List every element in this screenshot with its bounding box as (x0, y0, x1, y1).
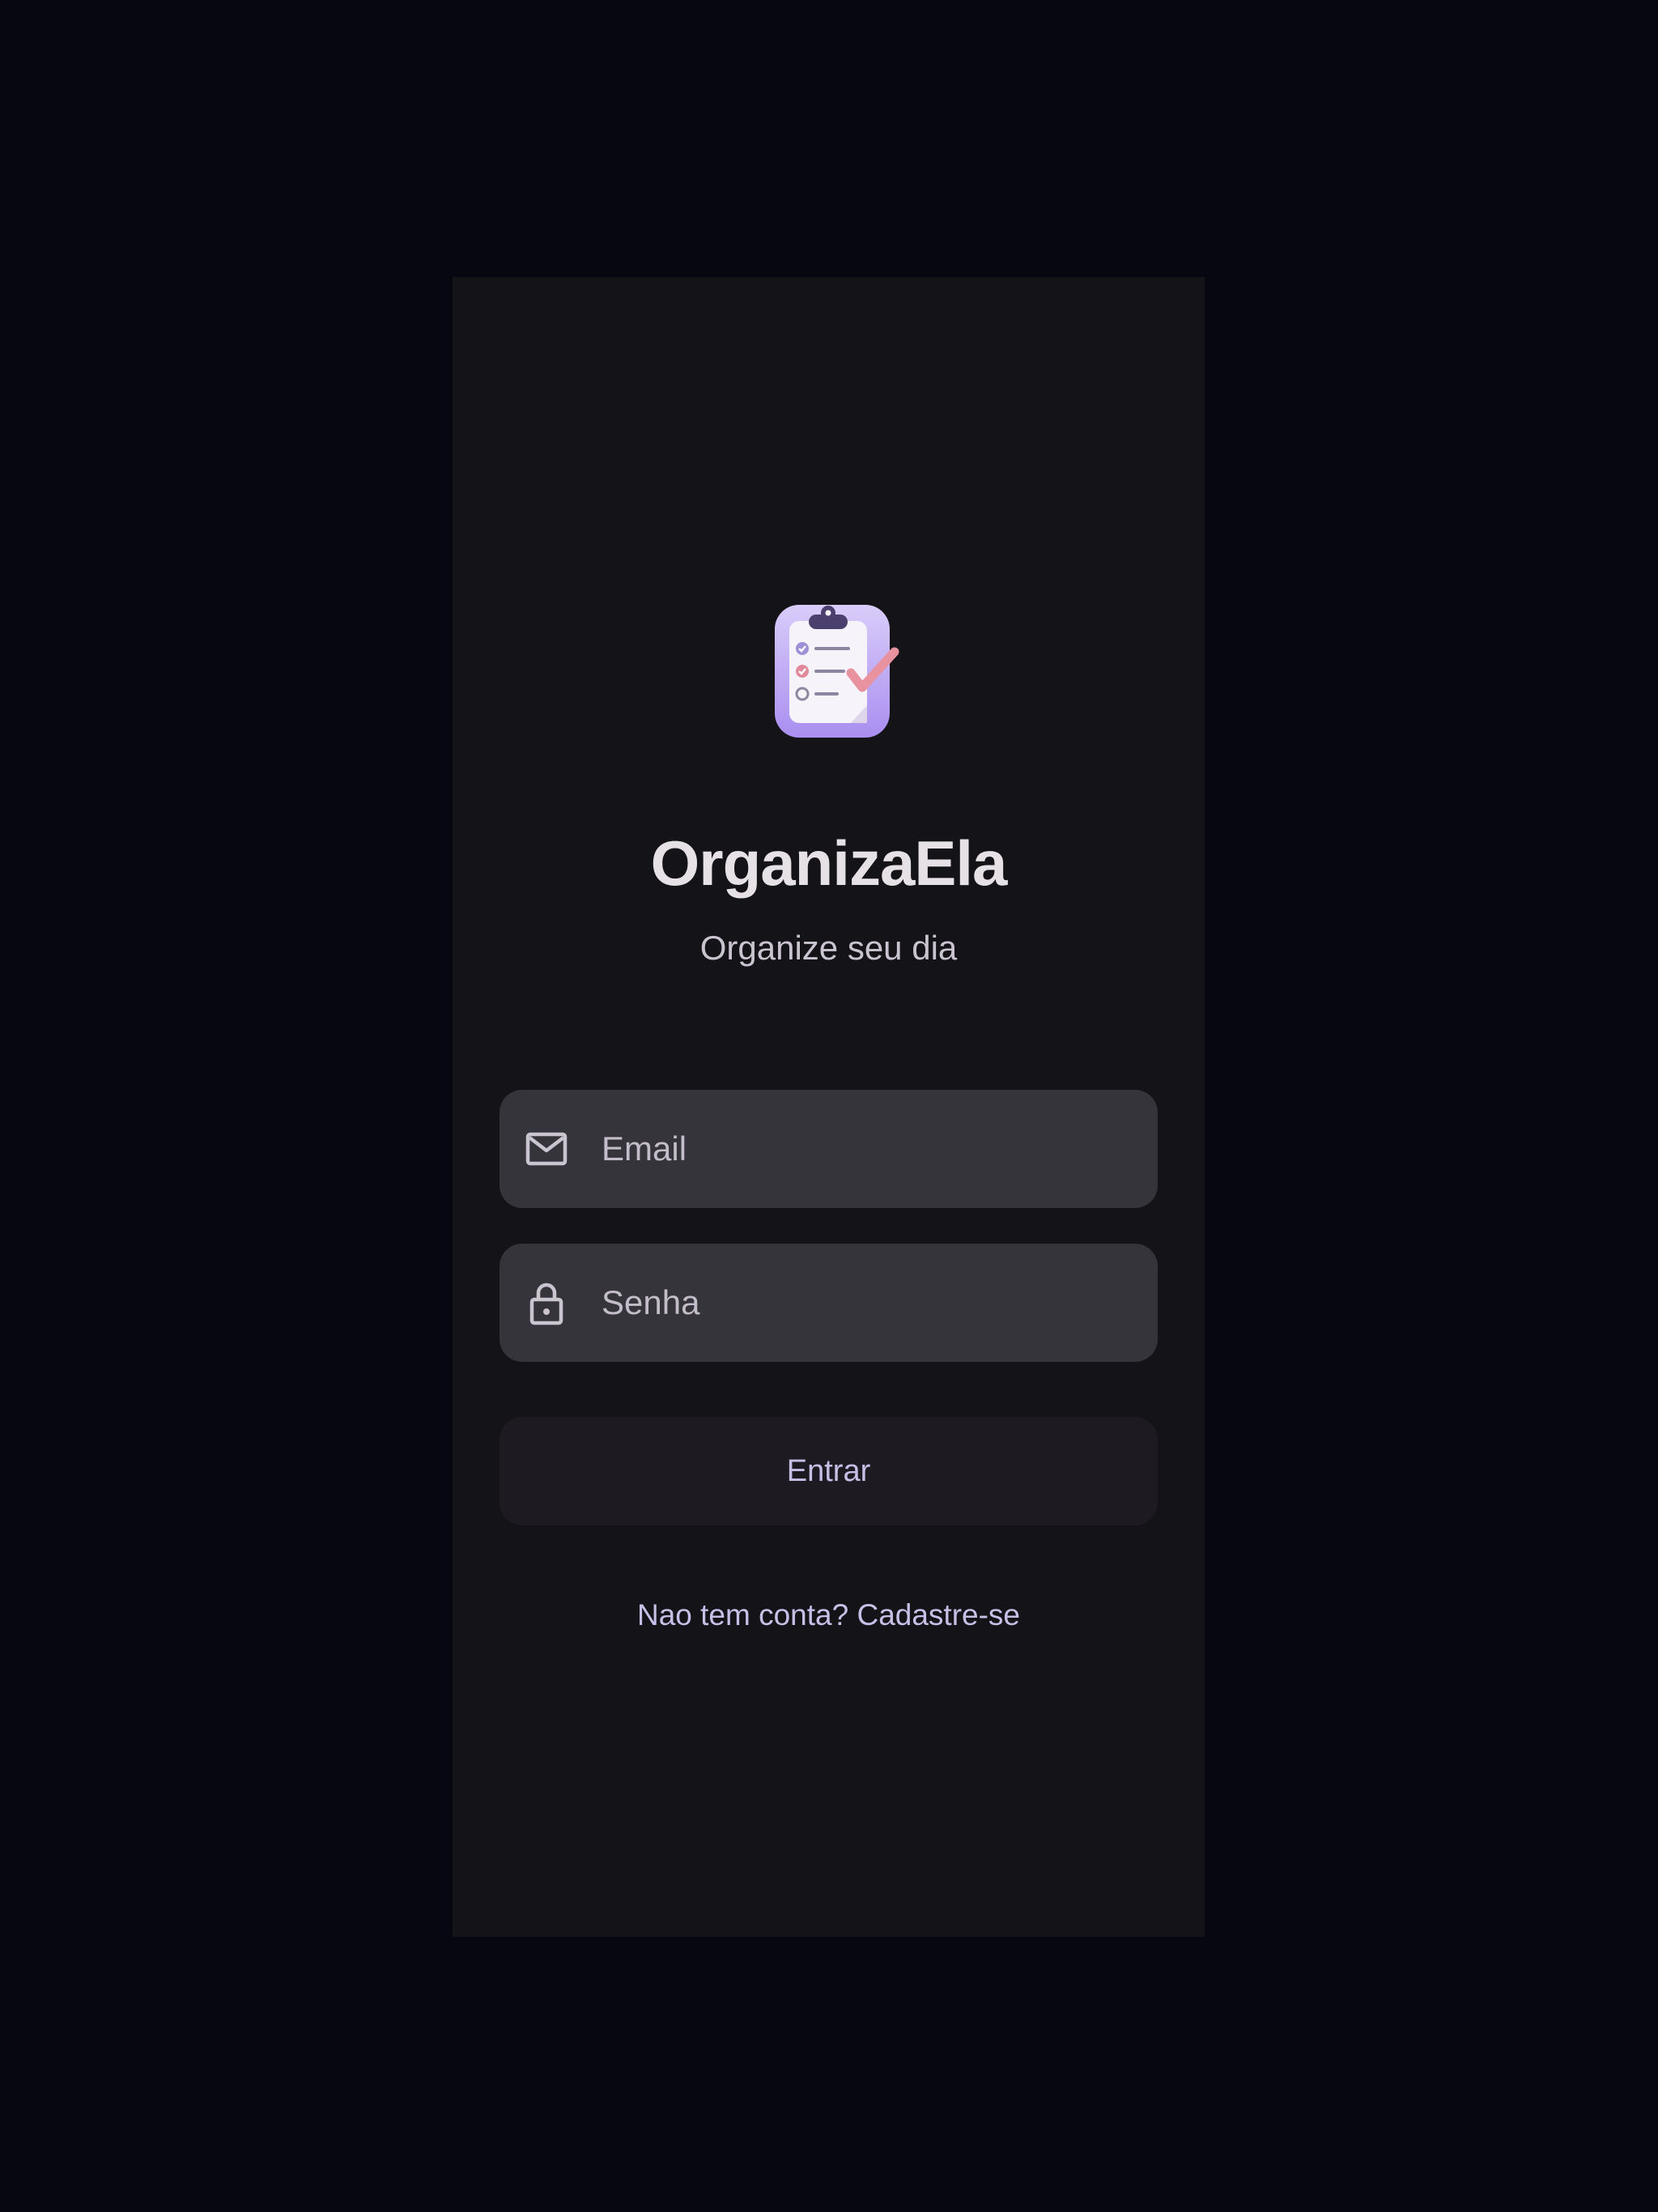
clipboard-checklist-icon (775, 605, 899, 738)
mail-icon (525, 1132, 568, 1166)
login-button[interactable]: Entrar (500, 1417, 1158, 1525)
lock-icon (529, 1283, 563, 1325)
signup-link[interactable]: Nao tem conta? Cadastre-se (453, 1600, 1205, 1630)
email-input[interactable] (602, 1090, 1136, 1208)
email-field[interactable] (500, 1090, 1158, 1208)
login-screen: OrganizaEla Organize seu dia Entrar Nao … (453, 277, 1205, 1937)
password-input[interactable] (602, 1244, 1136, 1362)
password-field[interactable] (500, 1244, 1158, 1362)
app-subtitle: Organize seu dia (699, 929, 958, 967)
app-title: OrganizaEla (650, 827, 1008, 899)
